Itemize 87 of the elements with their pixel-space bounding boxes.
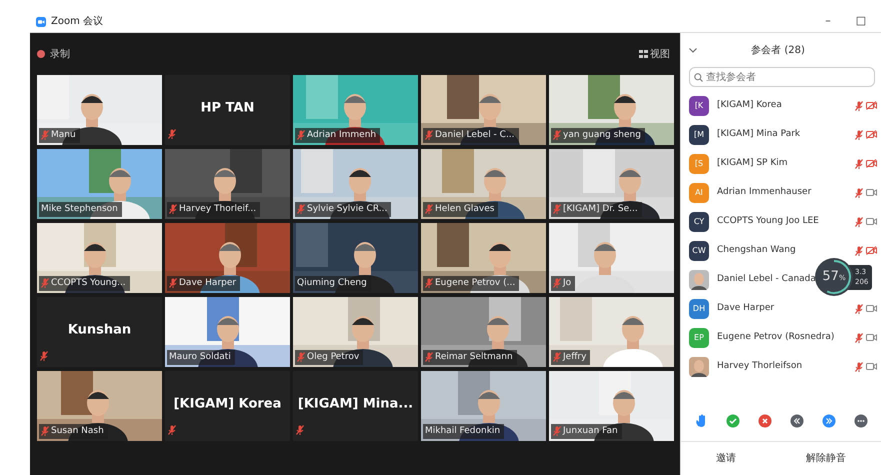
participant-name: [KIGAM] Korea — [717, 98, 782, 112]
video-tile[interactable]: [KIGAM] Dr. Se... — [549, 149, 674, 219]
participant-name: yan guang sheng — [563, 128, 641, 142]
participant-name: Eugene Petrov (... — [435, 276, 516, 290]
video-tile[interactable]: Mauro Soldati — [165, 297, 290, 367]
participant-name: CCOPTS Young Joo LEE — [717, 214, 819, 228]
participant-name: Jeffry — [563, 350, 586, 364]
participant-name: Junxuan Fan — [563, 424, 618, 438]
participant-name: Eugene Petrov (Rosnedra) — [717, 330, 834, 344]
video-tile[interactable]: [KIGAM] Mina... — [293, 371, 418, 441]
participant-name: Harvey Thorleifson — [717, 360, 802, 373]
participant-name: [KIGAM] Korea — [172, 395, 282, 414]
raise-hand-icon[interactable] — [694, 414, 708, 428]
participant-name: Adrian Immenhauser — [717, 186, 812, 199]
participant-name: Susan Nash — [51, 424, 104, 438]
participant-name: Mauro Soldati — [167, 350, 235, 365]
participant-name: Jo — [563, 276, 572, 290]
participant-name: Mikhail Fedonkin — [423, 424, 504, 439]
video-tile[interactable]: yan guang sheng — [549, 75, 674, 145]
video-tile[interactable]: Reimar Seltmann — [421, 297, 546, 367]
participant-name: [KIGAM] SP Kim — [717, 156, 788, 170]
avatar: [K — [689, 96, 709, 116]
record-icon — [37, 50, 45, 58]
avatar: DH — [689, 298, 709, 318]
avatar: [M — [689, 124, 709, 144]
video-tile[interactable]: Jo — [549, 223, 674, 293]
participant-name: HP TAN — [200, 99, 256, 118]
avatar: AI — [689, 182, 709, 202]
minimize-button[interactable]: – — [814, 13, 842, 30]
invite-button[interactable]: 邀请 — [710, 449, 742, 468]
participant-name: Adrian Immenh — [307, 128, 376, 142]
video-tile[interactable]: Adrian Immenh — [293, 75, 418, 145]
video-tile[interactable]: [KIGAM] Korea — [165, 371, 290, 441]
participant-name: [KIGAM] Mina Park — [717, 128, 800, 141]
video-tile[interactable]: Kunshan — [37, 297, 162, 367]
participant-name: [KIGAM] Mina... — [296, 395, 414, 414]
video-tile[interactable]: Helen Glaves — [421, 149, 546, 219]
unmute-button[interactable]: 解除静音 — [800, 449, 852, 468]
video-tile[interactable]: Mikhail Fedonkin — [421, 371, 546, 441]
participant-name: Mike Stephenson — [39, 202, 122, 217]
grid-view-icon — [638, 50, 648, 58]
participant-name: CCOPTS Young... — [51, 276, 126, 290]
collapse-chevron-icon[interactable] — [689, 48, 697, 52]
record-button[interactable]: 录制 — [50, 46, 70, 62]
participant-name: Sylvie Sylvie CR... — [307, 202, 388, 216]
participant-name: Oleg Petrov — [307, 350, 360, 364]
avatar: CY — [689, 212, 709, 232]
app-logo-icon — [36, 16, 46, 26]
video-tile[interactable]: Susan Nash — [37, 371, 162, 441]
video-tile[interactable]: Harvey Thorleif... — [165, 149, 290, 219]
more-icon[interactable] — [854, 414, 868, 428]
video-tile[interactable]: Sylvie Sylvie CR... — [293, 149, 418, 219]
video-tile[interactable]: Dave Harper — [165, 223, 290, 293]
participant-name: Kunshan — [66, 321, 132, 340]
video-tile[interactable]: HP TAN — [165, 75, 290, 145]
panel-title: 参会者 (28) — [750, 44, 806, 58]
video-tile[interactable]: Junxuan Fan — [549, 371, 674, 441]
video-tile[interactable]: Jeffry — [549, 297, 674, 367]
video-tile[interactable]: Qiuming Cheng — [293, 223, 418, 293]
participant-name: Reimar Seltmann — [435, 350, 513, 364]
video-tile[interactable]: Manu — [37, 75, 162, 145]
participant-name: Manu — [51, 128, 76, 142]
participant-name: Helen Glaves — [435, 202, 494, 216]
participant-name: Chengshan Wang — [717, 244, 796, 257]
video-tile[interactable]: Oleg Petrov — [293, 297, 418, 367]
view-button[interactable]: 视图 — [650, 46, 670, 62]
avatar: [S — [689, 154, 709, 174]
video-tile[interactable]: CCOPTS Young... — [37, 223, 162, 293]
participant-name: Daniel Lebel - Canada — [717, 272, 816, 286]
go-slower-icon[interactable] — [790, 414, 804, 428]
yes-check-icon[interactable] — [726, 414, 740, 428]
go-faster-icon[interactable] — [822, 414, 836, 428]
video-tile[interactable]: Daniel Lebel - C... — [421, 75, 546, 145]
participant-name: Daniel Lebel - C... — [435, 128, 515, 142]
window-title: Zoom 会议 — [51, 14, 104, 29]
maximize-button[interactable]: □ — [847, 13, 875, 30]
participant-name: Harvey Thorleif... — [179, 202, 256, 216]
avatar: CW — [689, 240, 709, 260]
active-speaker-tile[interactable]: Mike Stephenson — [37, 149, 162, 219]
participant-name: Dave Harper — [717, 302, 774, 315]
search-field[interactable]: 查找参会者 — [689, 67, 875, 87]
participant-name: Dave Harper — [179, 276, 236, 290]
no-cross-icon[interactable] — [758, 414, 772, 428]
video-tile[interactable]: Eugene Petrov (... — [421, 223, 546, 293]
gauge-percent: 57 — [822, 269, 839, 284]
avatar: EP — [689, 328, 709, 348]
participant-name: [KIGAM] Dr. Se... — [563, 202, 638, 216]
